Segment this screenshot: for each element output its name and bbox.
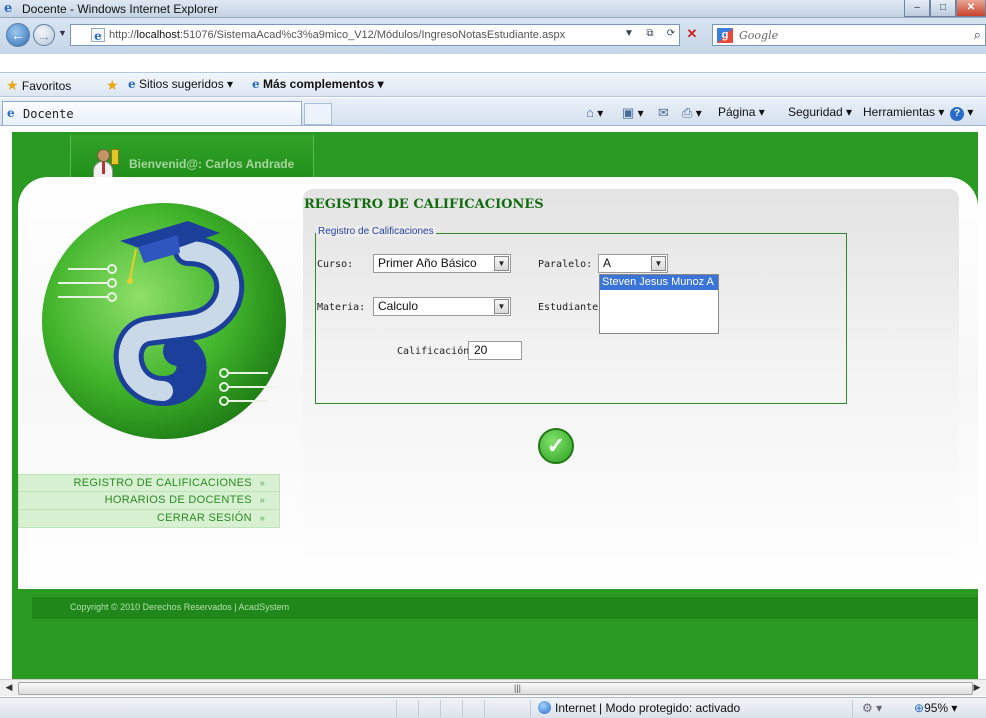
stop-icon[interactable]: ✕: [683, 24, 701, 44]
ie-tab-icon: e: [7, 106, 15, 120]
add-favorites-icon[interactable]: ★: [106, 77, 119, 94]
security-zone[interactable]: Internet | Modo protegido: activado: [538, 701, 740, 715]
save-button[interactable]: ✓: [538, 428, 574, 464]
teacher-avatar-icon: [93, 149, 119, 179]
menu-horarios-docentes[interactable]: HORARIOS DE DOCENTES ■: [18, 492, 280, 510]
address-tools: ▼ ⧉ ⟳ ✕: [620, 24, 701, 44]
acadsystem-logo: [42, 203, 286, 439]
curso-select[interactable]: Primer Año Básico ▼: [373, 254, 511, 273]
tab-label: Docente: [23, 107, 74, 121]
window-title: Docente - Windows Internet Explorer: [22, 2, 219, 16]
menu-cerrar-sesion[interactable]: CERRAR SESIÓN ■: [18, 510, 280, 528]
paralelo-value: A: [603, 256, 612, 270]
chevron-down-icon: ▼: [494, 256, 509, 271]
maximize-button[interactable]: □: [930, 0, 956, 17]
menu-registro-calificaciones[interactable]: REGISTRO DE CALIFICACIONES ■: [18, 474, 280, 492]
scroll-thumb[interactable]: |||: [18, 682, 973, 695]
new-tab-button[interactable]: [304, 103, 332, 125]
star-icon: ★: [6, 77, 19, 93]
checkmark-icon: ✓: [546, 433, 566, 458]
tab-bar: e Docente ⌂ ▾ ▣ ▾ ✉ ⎙ ▾ Página ▾ Segurid…: [0, 98, 986, 126]
zoom-level[interactable]: ⊕95% ▾: [914, 701, 957, 715]
horizontal-scrollbar[interactable]: ◀ ||| ▶: [0, 679, 986, 696]
search-icon[interactable]: ⌕: [974, 27, 981, 43]
page-viewport: Bienvenid@: Carlos Andrade REGISTRO DE C…: [0, 127, 986, 679]
tab-docente[interactable]: e Docente: [2, 101, 302, 125]
curso-label: Curso:: [317, 259, 354, 270]
favorites-bar: ★ Favoritos ★ e Sitios sugeridos ▾ e Más…: [0, 72, 986, 97]
estudiante-listbox[interactable]: Steven Jesus Munoz A: [599, 274, 719, 334]
refresh-icon[interactable]: ⟳: [662, 24, 680, 44]
mail-icon[interactable]: ✉: [658, 105, 669, 121]
scroll-left-icon[interactable]: ◀: [1, 682, 17, 695]
paralelo-label: Paralelo:: [538, 259, 593, 270]
window-controls: – □ ✕: [904, 0, 986, 18]
suggested-sites-button[interactable]: e Sitios sugeridos ▾: [128, 77, 233, 91]
address-input[interactable]: e http://localhost:51076/SistemaAcad%c3%…: [70, 24, 680, 46]
estudiante-label: Estudiante:: [538, 302, 605, 313]
materia-value: Calculo: [378, 299, 419, 313]
calificacion-input[interactable]: 20: [468, 341, 522, 360]
forward-button[interactable]: →: [33, 24, 55, 46]
help-icon[interactable]: ? ▾: [950, 105, 973, 121]
chevron-down-icon: ▼: [494, 299, 509, 314]
print-icon[interactable]: ⎙ ▾: [682, 105, 702, 121]
footer: Copyright © 2010 Derechos Reservados | A…: [32, 597, 978, 619]
safety-icon[interactable]: ⚙ ▾: [862, 701, 882, 715]
grades-fieldset: Registro de Calificaciones Curso: Primer…: [315, 226, 847, 404]
fieldset-legend: Registro de Calificaciones: [316, 226, 436, 237]
calificacion-label: Calificación:: [397, 346, 476, 357]
page-icon: e: [91, 28, 105, 43]
address-toolbar: ← → ▼ e http://localhost:51076/SistemaAc…: [0, 18, 986, 54]
status-bar: Internet | Modo protegido: activado ⚙ ▾ …: [0, 697, 986, 718]
zoom-icon: ⊕: [914, 701, 925, 715]
page-title: REGISTRO DE CALIFICACIONES: [304, 197, 544, 212]
materia-select[interactable]: Calculo ▼: [373, 297, 511, 316]
materia-label: Materia:: [317, 302, 366, 313]
url-text[interactable]: http://localhost:51076/SistemaAcad%c3%a9…: [109, 29, 565, 41]
forward-icon: →: [37, 28, 51, 44]
scroll-grip-icon: |||: [514, 683, 522, 693]
copyright-text: Copyright © 2010 Derechos Reservados | A…: [70, 602, 290, 612]
close-button[interactable]: ✕: [956, 0, 986, 17]
back-icon: ←: [11, 27, 25, 43]
side-menu: REGISTRO DE CALIFICACIONES ■ HORARIOS DE …: [18, 474, 280, 528]
home-icon[interactable]: ⌂ ▾: [586, 105, 603, 120]
search-placeholder: Google: [739, 29, 779, 42]
tools-menu[interactable]: Herramientas ▾: [863, 105, 944, 119]
paralelo-select[interactable]: A ▼: [598, 254, 668, 273]
minimize-button[interactable]: –: [904, 0, 930, 17]
globe-icon: [538, 701, 551, 714]
window-titlebar: e Docente - Windows Internet Explorer – …: [0, 0, 986, 18]
feeds-icon[interactable]: ▣ ▾: [622, 105, 644, 121]
history-dropdown-icon[interactable]: ▼: [58, 28, 67, 38]
student-option[interactable]: Steven Jesus Munoz A: [600, 275, 718, 290]
welcome-text: Bienvenid@: Carlos Andrade: [129, 157, 295, 171]
compat-view-icon[interactable]: ⧉: [641, 24, 659, 44]
curso-value: Primer Año Básico: [378, 256, 477, 270]
more-addons-button[interactable]: e Más complementos ▾: [252, 77, 384, 91]
scroll-right-icon[interactable]: ▶: [969, 682, 985, 695]
back-button[interactable]: ←: [6, 23, 30, 47]
page-menu[interactable]: Página ▾: [718, 105, 765, 119]
favorites-button[interactable]: ★ Favoritos: [6, 77, 71, 94]
chevron-down-icon: ▼: [651, 256, 666, 271]
security-menu[interactable]: Seguridad ▾: [788, 105, 852, 119]
url-dropdown-icon[interactable]: ▼: [620, 24, 638, 44]
google-logo-icon: g: [717, 28, 733, 43]
ie-logo-icon: e: [4, 1, 13, 16]
search-input[interactable]: g Google ⌕: [712, 24, 986, 46]
